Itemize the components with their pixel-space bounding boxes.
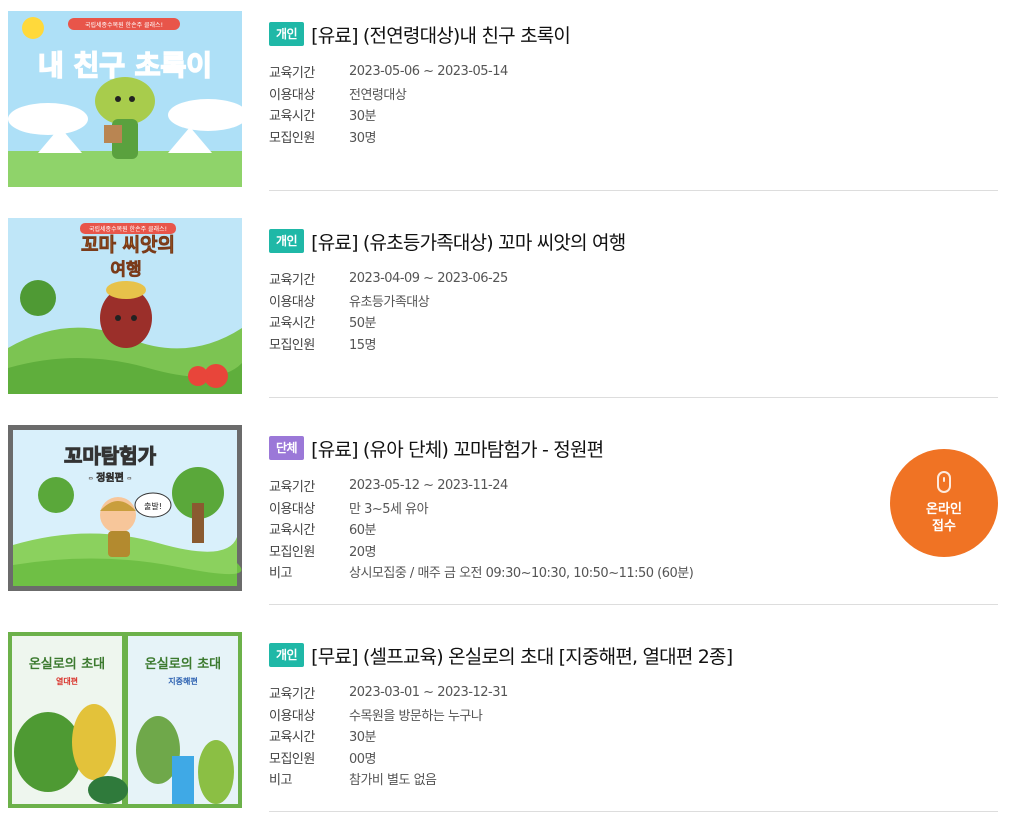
detail-capacity: 30명 [349, 130, 377, 146]
detail-period: 2023-04-09 ~ 2023-06-25 [349, 271, 508, 287]
detail-duration: 30분 [349, 730, 377, 746]
thumb-heading: 온실로의 초대 [29, 656, 105, 672]
program-info: 개인 [무료] (셀프교육) 온실로의 초대 [지중해편, 열대편 2종] 교육… [269, 641, 998, 790]
program-thumbnail[interactable]: 국립세종수목원 한손주 클래스! 꼬마 씨앗의 여행 [8, 218, 242, 394]
detail-duration: 50분 [349, 316, 377, 332]
thumb-caption: 국립세종수목원 한손주 클래스! [85, 21, 163, 29]
detail-capacity: 15명 [349, 337, 377, 353]
detail-capacity: 20명 [349, 544, 377, 560]
divider [269, 604, 998, 605]
detail-label: 이용대상 [269, 294, 315, 310]
program-details: 교육기간 2023-05-12 ~ 2023-11-24 이용대상 만 3~5세 유… [269, 475, 998, 583]
program-details: 교육기간 2023-04-09 ~ 2023-06-25 이용대상 유초등가족대상 … [269, 268, 998, 354]
type-badge: 개인 [269, 229, 305, 253]
program-title[interactable]: [무료] (셀프교육) 온실로의 초대 [지중해편, 열대편 2종] [311, 642, 733, 669]
program-info: 개인 [유료] (전연령대상)내 친구 초록이 교육기간 2023-05-06 ~… [269, 20, 998, 147]
detail-duration: 30분 [349, 109, 377, 125]
thumb-bubble: 출발! [144, 501, 162, 511]
program-thumbnail[interactable]: 꼬마탐험가 - 정원편 - 출발! [8, 425, 242, 591]
detail-label: 교육기간 [269, 66, 315, 82]
detail-label: 비고 [269, 773, 292, 789]
detail-note: 참가비 별도 없음 [349, 773, 437, 789]
thumb-subheading: - 정원편 - [89, 471, 132, 484]
detail-period: 2023-03-01 ~ 2023-12-31 [349, 685, 508, 701]
detail-label: 교육시간 [269, 316, 315, 332]
detail-label: 교육시간 [269, 523, 315, 539]
detail-capacity: 00명 [349, 751, 377, 767]
program-thumbnail[interactable]: 국립세종수목원 한손주 클래스! 내 친구 초록이 [8, 11, 242, 187]
program-title[interactable]: [유료] (유아 단체) 꼬마탐험가 - 정원편 [311, 435, 604, 462]
detail-label: 모집인원 [269, 130, 315, 146]
mouse-icon [937, 471, 951, 493]
detail-period: 2023-05-06 ~ 2023-05-14 [349, 64, 508, 80]
program-info: 개인 [유료] (유초등가족대상) 꼬마 씨앗의 여행 교육기간 2023-04-… [269, 227, 998, 354]
thumb-heading: 꼬마탐험가 [64, 444, 157, 468]
detail-target: 수목원을 방문하는 누구나 [349, 708, 483, 724]
detail-target: 전연령대상 [349, 87, 407, 103]
detail-label: 교육기간 [269, 687, 315, 703]
program-details: 교육기간 2023-05-06 ~ 2023-05-14 이용대상 전연령대상 교육… [269, 61, 998, 147]
detail-label: 교육시간 [269, 109, 315, 125]
program-details: 교육기간 2023-03-01 ~ 2023-12-31 이용대상 수목원을 방문하… [269, 682, 998, 790]
detail-label: 모집인원 [269, 751, 315, 767]
detail-duration: 60분 [349, 523, 377, 539]
detail-label: 이용대상 [269, 87, 315, 103]
divider [269, 811, 998, 812]
thumb-subheading: 열대편 [56, 676, 78, 686]
detail-label: 모집인원 [269, 544, 315, 560]
program-thumbnail[interactable]: 온실로의 초대 열대편 온실로의 초대 지중해편 [8, 632, 242, 808]
detail-label: 이용대상 [269, 501, 315, 517]
apply-button-label: 접수 [932, 519, 956, 534]
type-badge: 단체 [269, 436, 305, 460]
detail-label: 교육기간 [269, 480, 315, 496]
thumb-subheading: 지중해편 [168, 676, 197, 686]
divider [269, 190, 998, 191]
program-title[interactable]: [유료] (유초등가족대상) 꼬마 씨앗의 여행 [311, 228, 626, 255]
type-badge: 개인 [269, 643, 305, 667]
detail-note: 상시모집중 / 매주 금 오전 09:30~10:30, 10:50~11:50… [349, 566, 694, 582]
detail-label: 이용대상 [269, 708, 315, 724]
detail-period: 2023-05-12 ~ 2023-11-24 [349, 478, 508, 494]
thumb-caption: 국립세종수목원 한손주 클래스! [89, 225, 167, 233]
thumb-heading: 꼬마 씨앗의 [81, 234, 175, 256]
type-badge: 개인 [269, 22, 305, 46]
detail-label: 모집인원 [269, 337, 315, 353]
detail-label: 비고 [269, 566, 292, 582]
thumb-heading: 여행 [110, 260, 141, 280]
detail-target: 유초등가족대상 [349, 294, 430, 310]
thumb-heading: 온실로의 초대 [145, 656, 221, 672]
apply-button-label: 온라인 [926, 502, 962, 517]
program-title[interactable]: [유료] (전연령대상)내 친구 초록이 [311, 21, 571, 48]
detail-target: 만 3~5세 유아 [349, 501, 429, 517]
online-apply-button[interactable]: 온라인 접수 [890, 449, 998, 557]
detail-label: 교육시간 [269, 730, 315, 746]
program-info: 단체 [유료] (유아 단체) 꼬마탐험가 - 정원편 교육기간 2023-05-… [269, 434, 998, 583]
detail-label: 교육기간 [269, 273, 315, 289]
divider [269, 397, 998, 398]
